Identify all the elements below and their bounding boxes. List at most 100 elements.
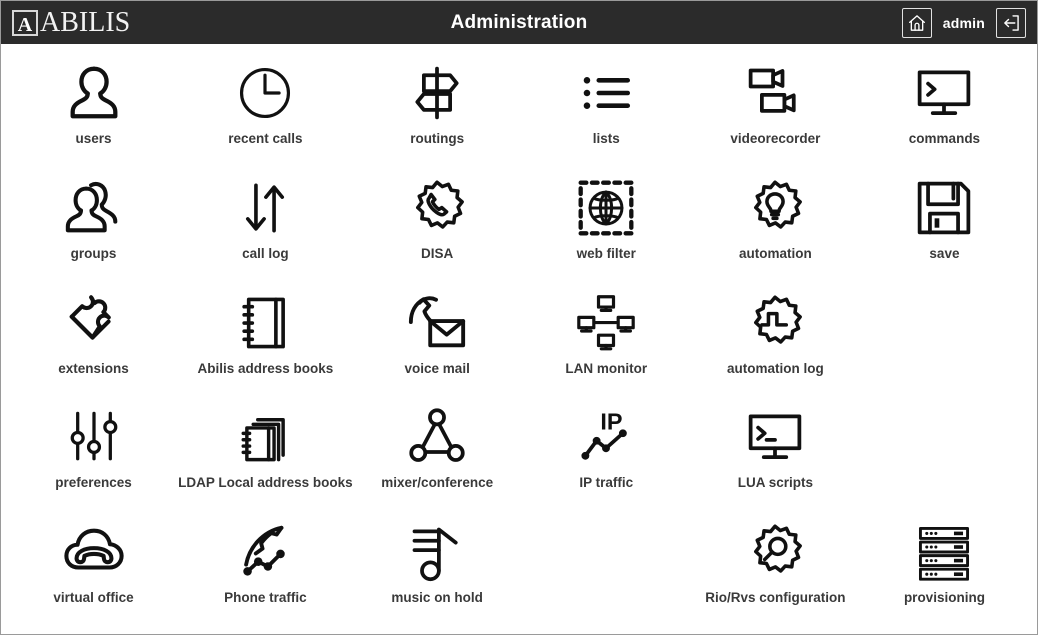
grid-item-label: call log (242, 245, 289, 261)
music-note-icon (353, 519, 522, 585)
grid-item-label: DISA (421, 245, 454, 261)
grid-item-routings[interactable]: routings (353, 50, 522, 165)
abilis-logo: A ABILIS (12, 8, 130, 38)
grid-item-label: preferences (55, 475, 132, 491)
monitor-prompt-icon (691, 404, 860, 470)
grid-item-videorecorder[interactable]: videorecorder (691, 50, 860, 165)
admin-page: A ABILIS Administration admin users rece… (0, 0, 1038, 635)
puzzle-piece-icon (9, 290, 178, 356)
grid-item-rio-rvs-configuration[interactable]: Rio/Rvs configuration (691, 509, 860, 624)
header-actions: admin (901, 7, 1026, 38)
users-group-icon (9, 175, 178, 241)
grid-item-label: music on hold (391, 590, 483, 606)
grid-item-label: save (929, 245, 960, 261)
grid-item-label: Phone traffic (224, 590, 307, 606)
cloud-handset-icon (9, 519, 178, 585)
grid-item-provisioning[interactable]: provisioning (860, 509, 1029, 624)
empty-slot (860, 290, 1029, 356)
gear-magnifier-icon (691, 519, 860, 585)
grid-item-groups[interactable]: groups (9, 165, 178, 280)
grid-item-voice-mail[interactable]: voice mail (353, 280, 522, 395)
ip-graph-icon: IP (522, 404, 691, 470)
clock-icon (178, 60, 353, 126)
gear-pulse-icon (691, 290, 860, 356)
grid-item-label: Abilis address books (197, 360, 334, 376)
grid-item-ldap-local-address-books[interactable]: LDAP Local address books (178, 394, 353, 509)
handset-graph-icon (178, 519, 353, 585)
grid-item-label: Rio/Rvs configuration (705, 590, 846, 606)
grid-item-abilis-address-books[interactable]: Abilis address books (178, 280, 353, 395)
grid-item-call-log[interactable]: call log (178, 165, 353, 280)
signpost-icon (353, 60, 522, 126)
grid-item-label: LUA scripts (737, 475, 813, 491)
video-camera-icon (691, 60, 860, 126)
page-title: Administration (450, 11, 588, 33)
grid-item-label: extensions (58, 360, 129, 376)
arrows-updown-icon (178, 175, 353, 241)
grid-item-ip-traffic[interactable]: IP IP traffic (522, 394, 691, 509)
grid-item-empty (522, 509, 691, 624)
grid-item-label: IP traffic (579, 475, 634, 491)
grid-item-save[interactable]: save (860, 165, 1029, 280)
grid-item-music-on-hold[interactable]: music on hold (353, 509, 522, 624)
empty-slot (522, 519, 691, 585)
grid-item-label: web filter (576, 245, 636, 261)
floppy-disk-icon (860, 175, 1029, 241)
sliders-icon (9, 404, 178, 470)
svg-text:IP: IP (601, 409, 623, 435)
grid-item-label: routings (410, 131, 465, 146)
grid-item-label: users (75, 131, 112, 146)
network-monitors-icon (522, 290, 691, 356)
grid-item-phone-traffic[interactable]: Phone traffic (178, 509, 353, 624)
gear-bulb-icon (691, 175, 860, 241)
grid-item-automation[interactable]: automation (691, 165, 860, 280)
grid-item-label: mixer/conference (381, 475, 494, 491)
grid-item-lists[interactable]: lists (522, 50, 691, 165)
grid-item-empty (860, 394, 1029, 509)
handset-envelope-icon (353, 290, 522, 356)
globe-dashed-icon (522, 175, 691, 241)
grid-item-label: videorecorder (730, 131, 821, 146)
grid-item-label: automation log (726, 360, 824, 376)
grid-item-web-filter[interactable]: web filter (522, 165, 691, 280)
gear-phone-icon (353, 175, 522, 241)
logo-letter-box: A (12, 9, 38, 36)
grid-item-mixer-conference[interactable]: mixer/conference (353, 394, 522, 509)
grid-item-lan-monitor[interactable]: LAN monitor (522, 280, 691, 395)
grid-item-recent-calls[interactable]: recent calls (178, 50, 353, 165)
logout-button[interactable] (996, 7, 1026, 38)
logo-wordmark: ABILIS (40, 6, 131, 38)
grid-item-lua-scripts[interactable]: LUA scripts (691, 394, 860, 509)
server-racks-icon (860, 519, 1029, 585)
grid-item-label: virtual office (53, 590, 134, 606)
current-user-label: admin (942, 14, 985, 31)
home-icon (907, 13, 927, 33)
grid-item-commands[interactable]: commands (860, 50, 1029, 165)
grid-item-extensions[interactable]: extensions (9, 280, 178, 395)
logout-icon (1001, 13, 1021, 33)
admin-icon-grid: users recent calls routings lists videor… (1, 44, 1037, 634)
grid-item-preferences[interactable]: preferences (9, 394, 178, 509)
monitor-prompt-icon (860, 60, 1029, 126)
grid-item-label: voice mail (404, 360, 470, 376)
grid-item-label: commands (908, 131, 981, 146)
empty-slot (860, 404, 1029, 470)
notebooks-stack-icon (178, 404, 353, 470)
grid-item-label: automation (738, 245, 812, 261)
grid-item-label: recent calls (228, 131, 303, 146)
home-button[interactable] (901, 7, 932, 38)
grid-item-virtual-office[interactable]: virtual office (9, 509, 178, 624)
app-header: A ABILIS Administration admin (1, 1, 1037, 44)
grid-item-label: lists (592, 131, 620, 146)
user-icon (9, 60, 178, 126)
notebook-icon (178, 290, 353, 356)
grid-item-disa[interactable]: DISA (353, 165, 522, 280)
grid-item-users[interactable]: users (9, 50, 178, 165)
grid-item-label: LAN monitor (565, 360, 648, 376)
grid-item-empty (860, 280, 1029, 395)
grid-item-label: provisioning (903, 590, 985, 606)
grid-item-automation-log[interactable]: automation log (691, 280, 860, 395)
bullet-list-icon (522, 60, 691, 126)
grid-item-label: LDAP Local address books (178, 475, 353, 491)
triangle-nodes-icon (353, 404, 522, 470)
